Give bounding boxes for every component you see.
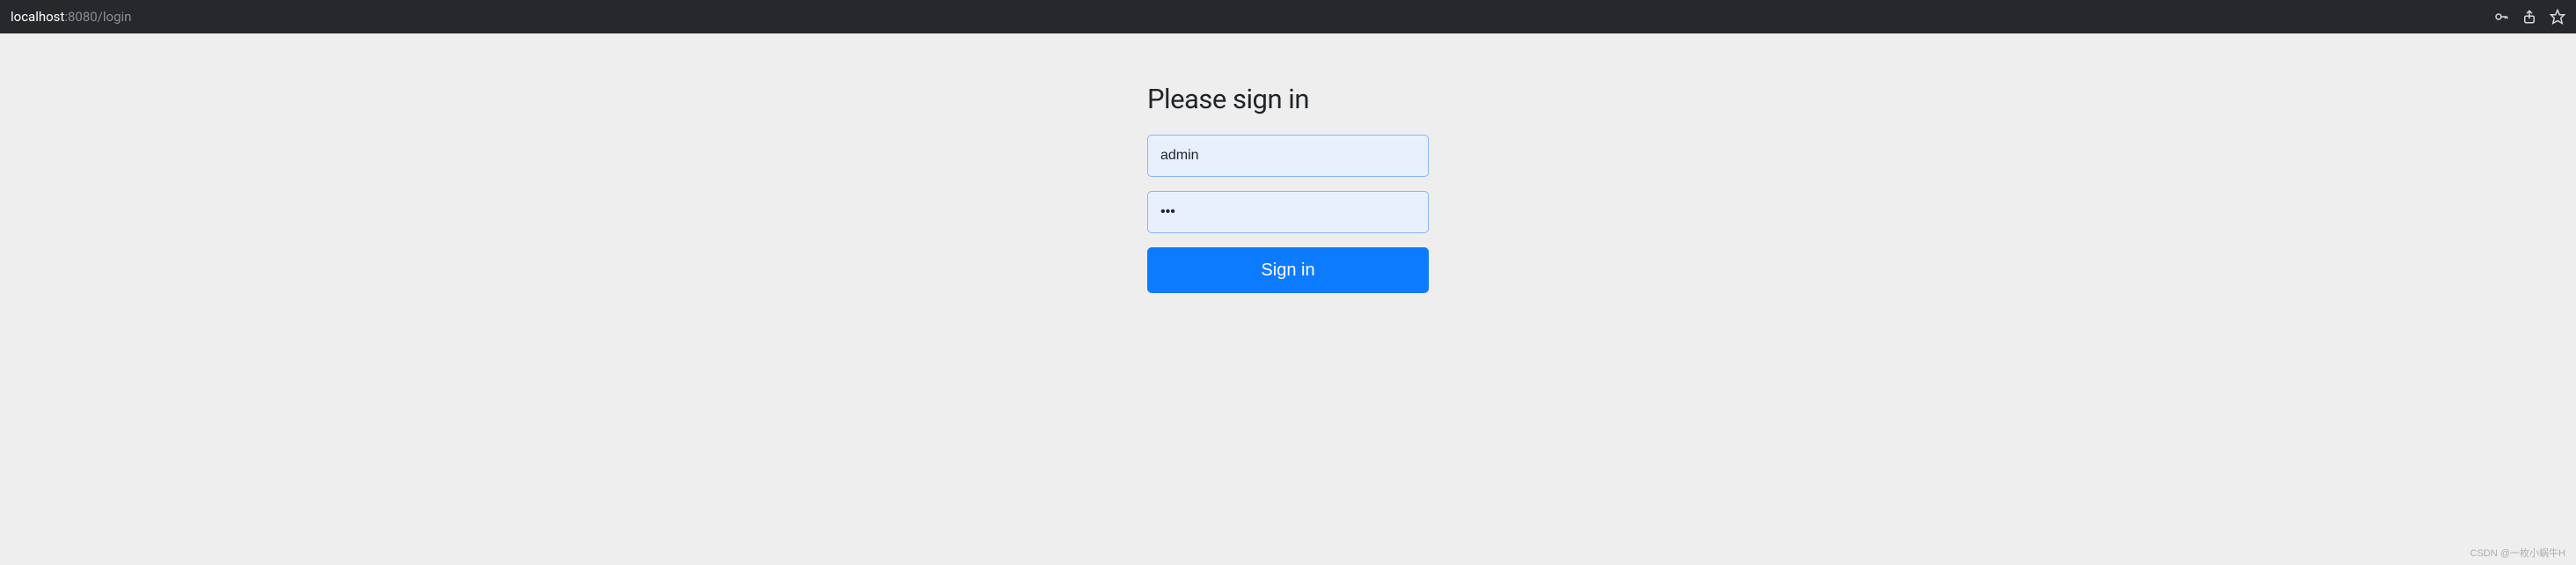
- signin-form: Please sign in Sign in: [1147, 83, 1429, 293]
- url-display[interactable]: localhost:8080/login: [11, 9, 131, 25]
- key-icon[interactable]: [2493, 9, 2509, 25]
- username-input[interactable]: [1147, 135, 1429, 177]
- share-icon[interactable]: [2521, 9, 2537, 25]
- url-path: :8080/login: [64, 9, 131, 25]
- url-host: localhost: [11, 9, 64, 25]
- signin-heading: Please sign in: [1147, 83, 1429, 115]
- page-content: Please sign in Sign in: [0, 33, 2576, 293]
- star-icon[interactable]: [2550, 9, 2565, 25]
- browser-address-bar: localhost:8080/login: [0, 0, 2576, 33]
- signin-button[interactable]: Sign in: [1147, 247, 1429, 293]
- address-bar-icons: [2493, 9, 2565, 25]
- watermark-text: CSDN @一枚小蜗牛H: [2470, 546, 2565, 560]
- password-input[interactable]: [1147, 191, 1429, 233]
